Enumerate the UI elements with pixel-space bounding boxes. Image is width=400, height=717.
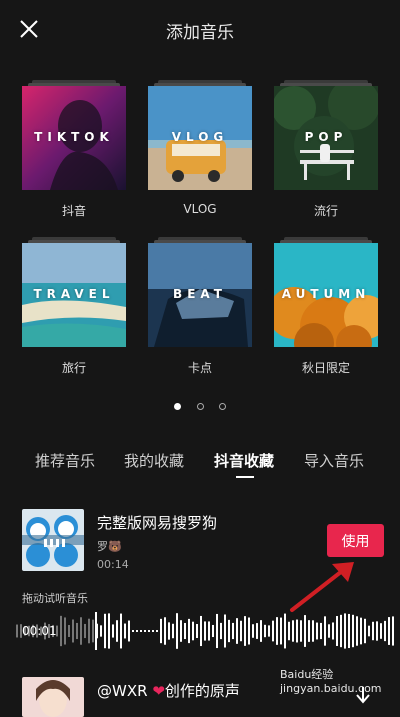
- active-tab-underline: [236, 476, 254, 478]
- category-card-vlog[interactable]: VLOG VLOG: [148, 80, 252, 216]
- category-card-pop[interactable]: POP 流行: [274, 80, 378, 219]
- song-thumbnail: [22, 677, 84, 717]
- category-label: 秋日限定: [301, 361, 350, 375]
- page-dot[interactable]: [218, 403, 226, 410]
- song-artist: 罗🐻: [97, 540, 122, 553]
- category-cover: TRAVEL: [22, 243, 126, 347]
- category-label: VLOG: [183, 202, 217, 216]
- song-title: 完整版网易搜罗狗: [97, 514, 218, 532]
- song-thumbnail: [22, 509, 84, 571]
- music-tabs: 推荐音乐 我的收藏 抖音收藏 导入音乐: [0, 450, 400, 480]
- heart-icon: ❤: [152, 682, 165, 700]
- cover-text: AUTUMN: [281, 287, 371, 301]
- waveform-scrubber[interactable]: [0, 610, 400, 652]
- cover-text: TIKTOK: [34, 130, 114, 144]
- category-cover: BEAT: [148, 243, 252, 347]
- tab-douyin-favorites[interactable]: 抖音收藏: [214, 450, 274, 471]
- category-card-tiktok[interactable]: TIKTOK 抖音: [22, 80, 126, 219]
- category-cover: TIKTOK: [22, 86, 126, 190]
- tab-import-music[interactable]: 导入音乐: [304, 450, 364, 471]
- use-button[interactable]: 使用: [327, 524, 384, 557]
- cover-text: POP: [304, 130, 348, 144]
- tab-recommended[interactable]: 推荐音乐: [35, 450, 95, 471]
- watermark: Baidu经验 jingyan.baidu.com: [280, 668, 382, 695]
- category-cover: POP: [274, 86, 378, 190]
- cover-text: VLOG: [171, 130, 229, 144]
- arrow-annotation: [290, 562, 354, 612]
- category-card-travel[interactable]: TRAVEL 旅行: [22, 237, 126, 376]
- page-indicator: [0, 395, 400, 414]
- category-label: 旅行: [61, 361, 86, 375]
- song-title: @WXR ❤创作的原声: [97, 682, 240, 700]
- category-card-autumn[interactable]: AUTUMN 秋日限定: [274, 237, 378, 376]
- category-cover: VLOG: [148, 86, 252, 190]
- cover-text: TRAVEL: [33, 287, 115, 301]
- category-card-beat[interactable]: BEAT 卡点: [148, 237, 252, 376]
- preview-hint: 拖动试听音乐: [22, 592, 88, 605]
- tab-my-favorites[interactable]: 我的收藏: [124, 450, 184, 471]
- page-title: 添加音乐: [166, 23, 234, 43]
- page-dot-active[interactable]: [174, 403, 182, 410]
- category-label: 流行: [313, 204, 338, 218]
- header: 添加音乐: [0, 0, 400, 60]
- category-label: 卡点: [187, 361, 212, 375]
- category-cover: AUTUMN: [274, 243, 378, 347]
- song-duration: 00:14: [97, 558, 129, 571]
- category-label: 抖音: [61, 204, 86, 218]
- page-dot[interactable]: [196, 403, 204, 410]
- current-time: 00:01: [22, 624, 57, 638]
- cover-text: BEAT: [173, 287, 227, 301]
